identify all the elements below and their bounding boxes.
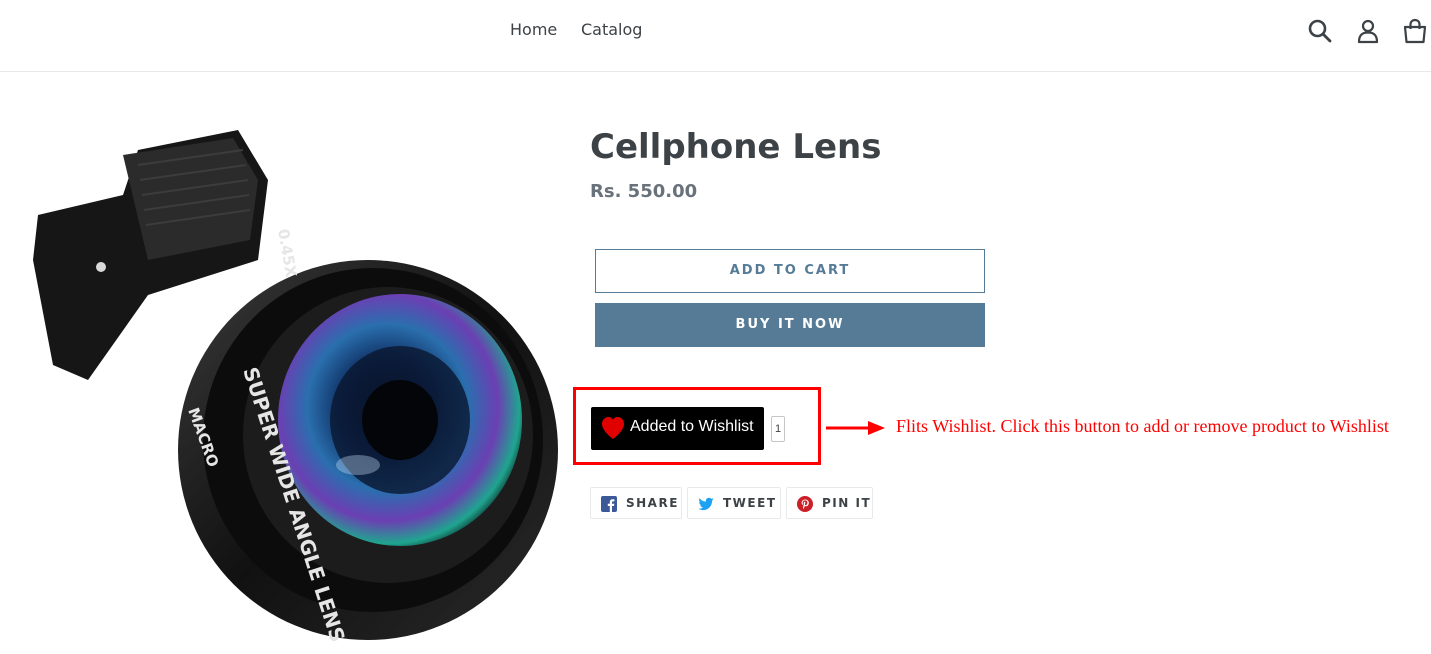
product-image: SUPER WIDE ANGLE LENS MACRO 0.45X	[33, 130, 558, 645]
account-icon[interactable]	[1355, 18, 1381, 44]
share-twitter-button[interactable]: TWEET	[687, 487, 781, 519]
buy-it-now-button[interactable]: BUY IT NOW	[595, 303, 985, 347]
site-header: Home Catalog	[0, 0, 1431, 72]
facebook-icon	[601, 496, 617, 512]
twitter-icon	[698, 497, 714, 511]
arrow-right-icon	[826, 421, 885, 435]
share-facebook-label: SHARE	[626, 496, 679, 510]
add-to-cart-button[interactable]: ADD TO CART	[595, 249, 985, 293]
wishlist-button[interactable]: Added to Wishlist	[591, 407, 764, 450]
wishlist-button-label: Added to Wishlist	[630, 418, 754, 435]
product-title: Cellphone Lens	[590, 127, 882, 167]
product-price: Rs. 550.00	[590, 181, 698, 202]
share-pinterest-label: PIN IT	[822, 496, 872, 510]
cart-icon[interactable]	[1402, 18, 1428, 44]
nav-home-link[interactable]: Home	[510, 20, 557, 39]
wishlist-count-badge: 1	[771, 416, 785, 442]
share-pinterest-button[interactable]: PIN IT	[786, 487, 873, 519]
heart-icon	[602, 417, 624, 439]
annotation-text: Flits Wishlist. Click this button to add…	[896, 416, 1389, 436]
share-facebook-button[interactable]: SHARE	[590, 487, 682, 519]
svg-text:0.45X: 0.45X	[274, 228, 300, 279]
pinterest-icon	[797, 496, 813, 512]
nav-catalog-link[interactable]: Catalog	[581, 20, 642, 39]
search-icon[interactable]	[1307, 18, 1333, 44]
share-twitter-label: TWEET	[723, 496, 777, 510]
